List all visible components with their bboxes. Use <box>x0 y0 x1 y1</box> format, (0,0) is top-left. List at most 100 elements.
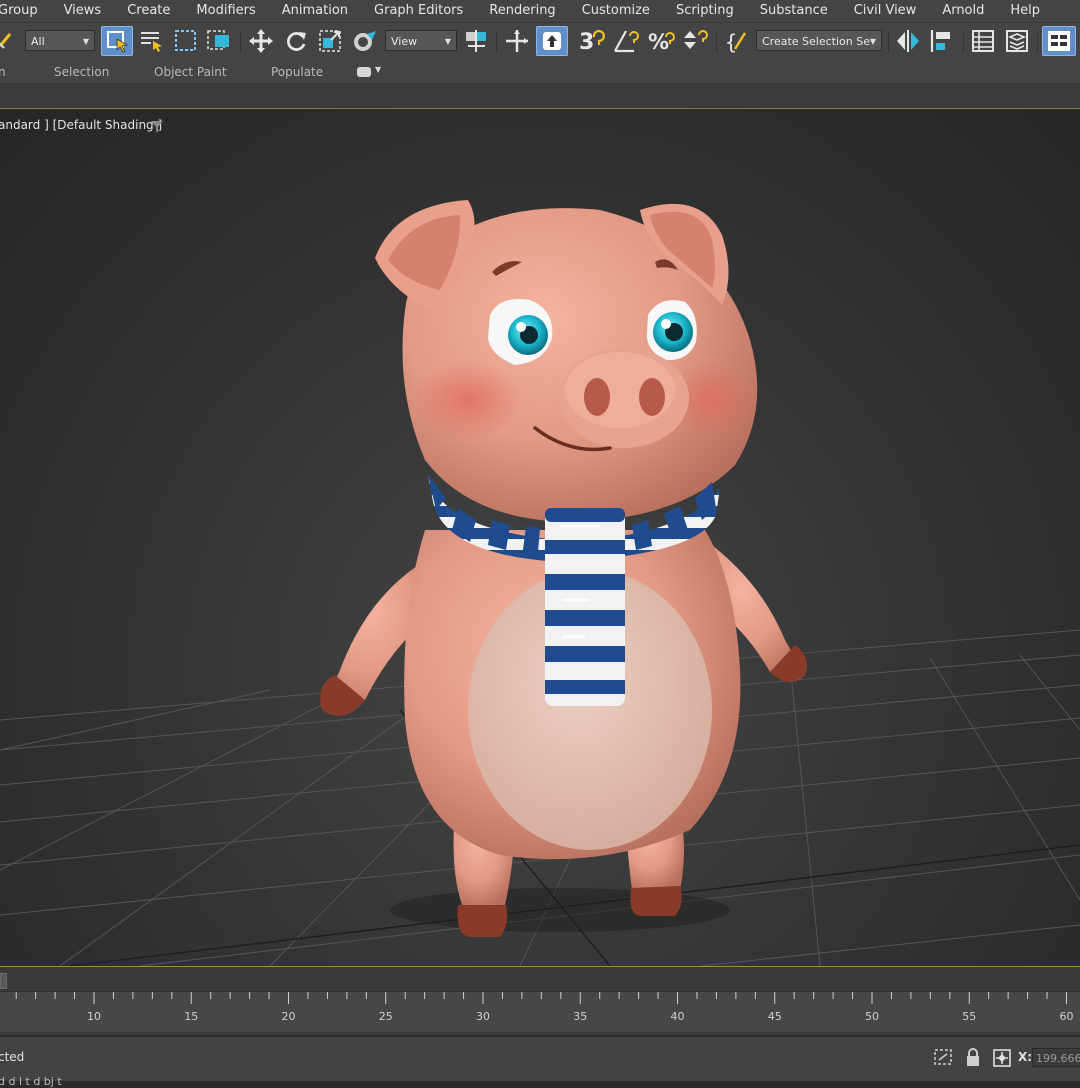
shortcut-override-icon <box>543 32 561 50</box>
menu-group[interactable]: Group <box>0 0 51 22</box>
track-tick-label: 45 <box>767 1010 782 1023</box>
viewport-label[interactable]: andard ] [Default Shading ] <box>0 118 162 132</box>
absolute-mode-icon[interactable] <box>992 1048 1012 1068</box>
menu-views[interactable]: Views <box>51 0 115 22</box>
menu-bar: Group Views Create Modifiers Animation G… <box>0 0 1080 22</box>
ribbon-tab-selection[interactable]: Selection <box>54 65 109 79</box>
link-icon[interactable] <box>0 26 14 56</box>
align-icon <box>930 30 950 52</box>
edit-named-selection-button[interactable]: { <box>722 26 752 56</box>
reference-coord-dropdown[interactable]: View ▼ <box>385 30 457 51</box>
named-selection-set-value: Create Selection Se <box>762 35 870 48</box>
move-button[interactable] <box>246 26 276 56</box>
track-tick-label: 60 <box>1059 1010 1074 1023</box>
select-manipulate-button[interactable] <box>502 26 532 56</box>
scale-icon <box>319 30 341 52</box>
scene-explorer-icon <box>972 30 994 52</box>
select-by-name-button[interactable] <box>138 26 166 56</box>
menu-modifiers[interactable]: Modifiers <box>183 0 268 22</box>
track-bar-ticks <box>15 992 1067 1004</box>
time-slider-handle[interactable] <box>0 973 7 989</box>
align-button[interactable] <box>928 26 958 56</box>
menu-arnold[interactable]: Arnold <box>929 0 997 22</box>
isolate-selection-icon[interactable] <box>933 1048 955 1068</box>
percent-snap-button[interactable]: % <box>646 26 676 56</box>
select-object-button[interactable] <box>101 26 133 56</box>
menu-scripting[interactable]: Scripting <box>663 0 747 22</box>
track-tick-label: 15 <box>184 1010 199 1023</box>
snaps-icon: 3 <box>579 29 605 55</box>
chevron-down-icon: ▼ <box>869 37 876 46</box>
ribbon-options-icon[interactable] <box>357 67 371 77</box>
svg-text:3: 3 <box>579 30 594 55</box>
ribbon-tab-populate[interactable]: Populate <box>271 65 323 79</box>
ribbon-tab-modeling[interactable]: n <box>0 65 6 79</box>
select-by-name-icon <box>141 32 162 52</box>
place-button[interactable] <box>350 26 380 56</box>
rotate-button[interactable] <box>282 26 310 56</box>
toggle-ribbon-button[interactable] <box>1042 26 1076 56</box>
perspective-viewport[interactable]: andard ] [Default Shading ] <box>0 110 1080 967</box>
menu-civil-view[interactable]: Civil View <box>841 0 930 22</box>
timeline: 10 15 20 25 30 35 40 45 50 55 60 <box>0 967 1080 1035</box>
menu-create[interactable]: Create <box>114 0 183 22</box>
selection-filter-dropdown[interactable]: All ▼ <box>25 30 95 51</box>
track-tick-label: 55 <box>962 1010 977 1023</box>
spinner-snap-icon <box>684 30 708 49</box>
filter-icon[interactable] <box>150 120 164 134</box>
menu-animation[interactable]: Animation <box>269 0 361 22</box>
ribbon-tab-object-paint[interactable]: Object Paint <box>154 65 227 79</box>
named-selection-set-dropdown[interactable]: Create Selection Se ▼ <box>756 30 882 51</box>
toolbar-separator <box>963 31 964 53</box>
menu-rendering[interactable]: Rendering <box>476 0 568 22</box>
selection-lock-icon[interactable] <box>964 1048 982 1068</box>
x-coordinate-field[interactable]: 199.666 <box>1032 1048 1080 1067</box>
main-toolbar: All ▼ View ▼ 3 % {Create Selection Se ▼ <box>0 22 1080 61</box>
menu-customize[interactable]: Customize <box>569 0 663 22</box>
layer-explorer-button[interactable] <box>1002 26 1032 56</box>
snaps-toggle-button[interactable]: 3 <box>576 26 608 56</box>
menu-help[interactable]: Help <box>997 0 1053 22</box>
track-tick-label: 35 <box>573 1010 588 1023</box>
track-tick-label: 40 <box>670 1010 685 1023</box>
pivot-center-button[interactable] <box>462 26 490 56</box>
chevron-down-icon: ▼ <box>82 37 89 46</box>
svg-text:%: % <box>648 30 669 54</box>
manipulate-icon <box>506 30 528 52</box>
scene-render <box>0 200 1080 966</box>
track-tick-label: 20 <box>281 1010 296 1023</box>
keyboard-shortcut-override-button[interactable] <box>536 26 568 56</box>
angle-snap-icon <box>614 30 639 53</box>
svg-text:{: { <box>725 30 737 54</box>
mirror-button[interactable] <box>893 26 923 56</box>
scale-button[interactable] <box>316 26 346 56</box>
place-icon <box>354 31 376 51</box>
ribbon-tabs: n Selection Object Paint Populate ▼ <box>0 61 1080 84</box>
ribbon-toggle-icon <box>1048 31 1070 51</box>
status-message: cted <box>0 1050 25 1064</box>
track-tick-label: 30 <box>476 1010 490 1023</box>
toolbar-separator <box>888 31 889 53</box>
mirror-icon <box>897 30 919 52</box>
scene-explorer-button[interactable] <box>968 26 998 56</box>
reference-coord-value: View <box>391 35 418 48</box>
ribbon-panel <box>0 84 1080 109</box>
menu-substance[interactable]: Substance <box>747 0 841 22</box>
status-prompt: d d l t d bj t <box>0 1075 62 1088</box>
window-crossing-icon <box>207 30 229 50</box>
window-crossing-button[interactable] <box>205 26 235 56</box>
spinner-snap-button[interactable] <box>680 26 710 56</box>
track-bar[interactable]: 10 15 20 25 30 35 40 45 50 55 60 <box>0 991 1080 1032</box>
rectangular-selection-button[interactable] <box>172 26 200 56</box>
pivot-center-icon <box>466 30 486 52</box>
toolbar-separator <box>1037 31 1038 53</box>
toolbar-separator <box>496 31 497 53</box>
select-object-icon <box>107 31 129 53</box>
menu-graph-editors[interactable]: Graph Editors <box>361 0 476 22</box>
move-icon <box>249 29 273 53</box>
angle-snap-button[interactable] <box>612 26 642 56</box>
toolbar-separator <box>240 31 241 53</box>
chevron-down-icon[interactable]: ▼ <box>375 65 381 74</box>
track-tick-label: 10 <box>87 1010 101 1023</box>
x-coordinate-label: X: <box>1018 1050 1033 1064</box>
